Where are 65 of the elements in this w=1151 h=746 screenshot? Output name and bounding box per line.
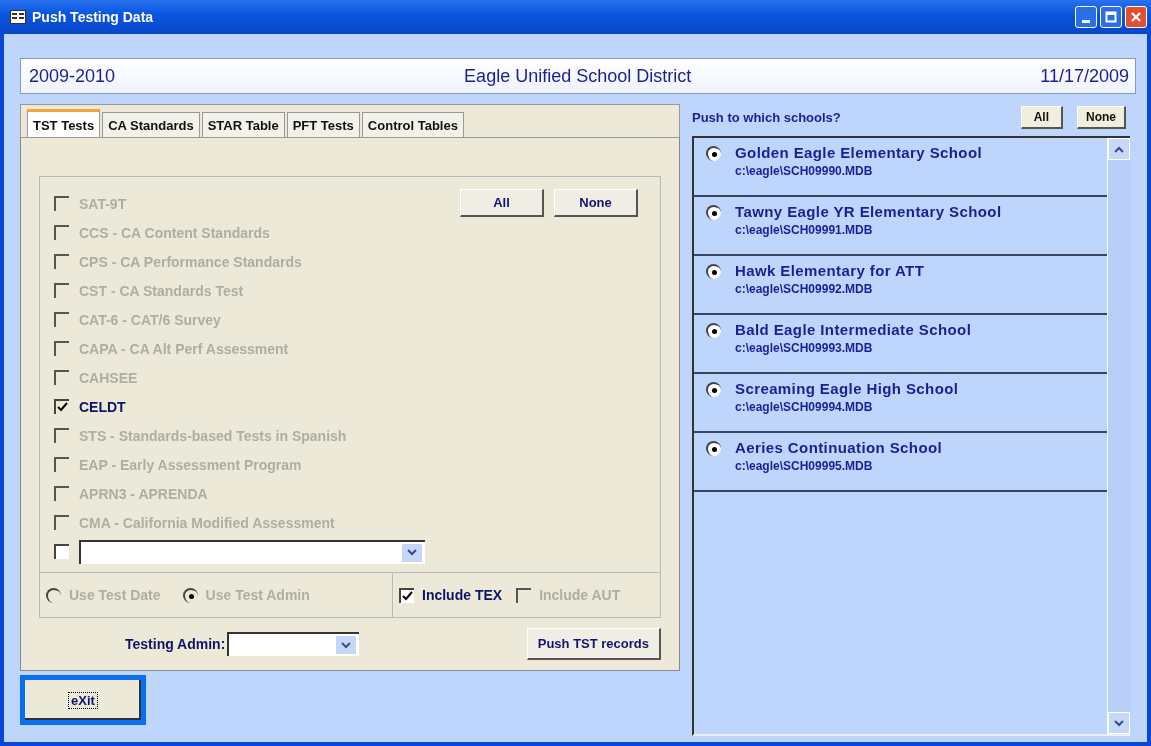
test-label: CAHSEE — [79, 369, 138, 386]
select-all-button[interactable]: All — [1020, 105, 1063, 129]
school-file-path: c:\eagle\SCH09991.MDB — [735, 223, 874, 237]
minimize-icon — [1082, 19, 1090, 23]
checkbox[interactable] — [399, 587, 414, 603]
maximize-button[interactable] — [1100, 6, 1122, 28]
close-icon — [1130, 11, 1142, 23]
school-name: Hawk Elementary for ATT — [735, 262, 925, 279]
district-name: Eagle Unified School District — [464, 65, 692, 87]
test-label: CMA - California Modified Assessment — [79, 514, 335, 531]
test-label: CELDT — [79, 398, 126, 415]
select-all-button[interactable]: All — [460, 189, 544, 217]
test-label: APRN3 - APRENDA — [79, 485, 208, 502]
select-none-button[interactable]: None — [1077, 105, 1126, 129]
test-label: CAT-6 - CAT/6 Survey — [79, 311, 221, 328]
tab[interactable]: CA Standards — [102, 112, 200, 137]
schools-prompt: Push to which schools? — [692, 109, 842, 125]
test-label: CCS - CA Content Standards — [79, 224, 270, 241]
push-records-button[interactable]: Push TST records — [526, 628, 661, 660]
school-file-path: c:\eagle\SCH09992.MDB — [735, 282, 874, 296]
school-name: Golden Eagle Elementary School — [735, 144, 983, 161]
tab[interactable]: STAR Table — [201, 112, 285, 137]
school-file-path: c:\eagle\SCH09995.MDB — [735, 459, 874, 473]
close-button[interactable] — [1125, 6, 1147, 28]
test-label: SAT-9T — [79, 195, 127, 212]
tab[interactable]: Control Tables — [361, 112, 464, 137]
school-name: Screaming Eagle High School — [735, 380, 959, 397]
scroll-down-icon[interactable] — [1108, 712, 1130, 734]
radio-button[interactable] — [706, 323, 721, 338]
exit-button[interactable]: eXit — [20, 675, 146, 725]
tab[interactable]: PFT Tests — [286, 112, 360, 137]
school-file-path: c:\eagle\SCH09990.MDB — [735, 164, 874, 178]
test-label: CAPA - CA Alt Perf Assessment — [79, 340, 289, 357]
radio-button[interactable] — [706, 264, 721, 279]
radio-button[interactable] — [706, 146, 721, 161]
option-label: Include AUT — [539, 587, 621, 603]
scroll-up-icon[interactable] — [1108, 138, 1130, 160]
test-dropdown[interactable] — [79, 539, 425, 564]
option-label: Include TEX — [422, 587, 503, 603]
school-year: 2009-2010 — [29, 65, 116, 87]
minimize-button[interactable] — [1075, 6, 1097, 28]
checkbox[interactable] — [54, 544, 69, 559]
test-label: EAP - Early Assessment Program — [79, 456, 302, 473]
test-label: STS - Standards-based Tests in Spanish — [79, 427, 347, 444]
radio-button[interactable] — [706, 441, 721, 456]
radio-button[interactable] — [706, 205, 721, 220]
select-none-button[interactable]: None — [554, 189, 638, 217]
school-file-path: c:\eagle\SCH09993.MDB — [735, 341, 874, 355]
testing-admin-label: Testing Admin: — [125, 636, 226, 652]
current-date: 11/17/2009 — [1040, 65, 1129, 87]
school-file-path: c:\eagle\SCH09994.MDB — [735, 400, 874, 414]
tab[interactable]: TST Tests — [27, 109, 101, 138]
radio-button[interactable] — [706, 382, 721, 397]
testing-admin-dropdown[interactable] — [227, 632, 360, 656]
test-label: CPS - CA Performance Standards — [79, 253, 302, 270]
vertical-scrollbar[interactable] — [1107, 138, 1130, 734]
option-label: Use Test Admin — [205, 587, 310, 603]
test-label: CST - CA Standards Test — [79, 282, 244, 299]
option-label: Use Test Date — [69, 587, 161, 603]
school-name: Tawny Eagle YR Elementary School — [735, 203, 1002, 220]
school-name: Bald Eagle Intermediate School — [735, 321, 972, 338]
school-name: Aeries Continuation School — [735, 439, 943, 456]
form-icon — [10, 10, 26, 24]
window-title: Push Testing Data — [32, 9, 155, 25]
maximize-icon — [1105, 11, 1117, 23]
